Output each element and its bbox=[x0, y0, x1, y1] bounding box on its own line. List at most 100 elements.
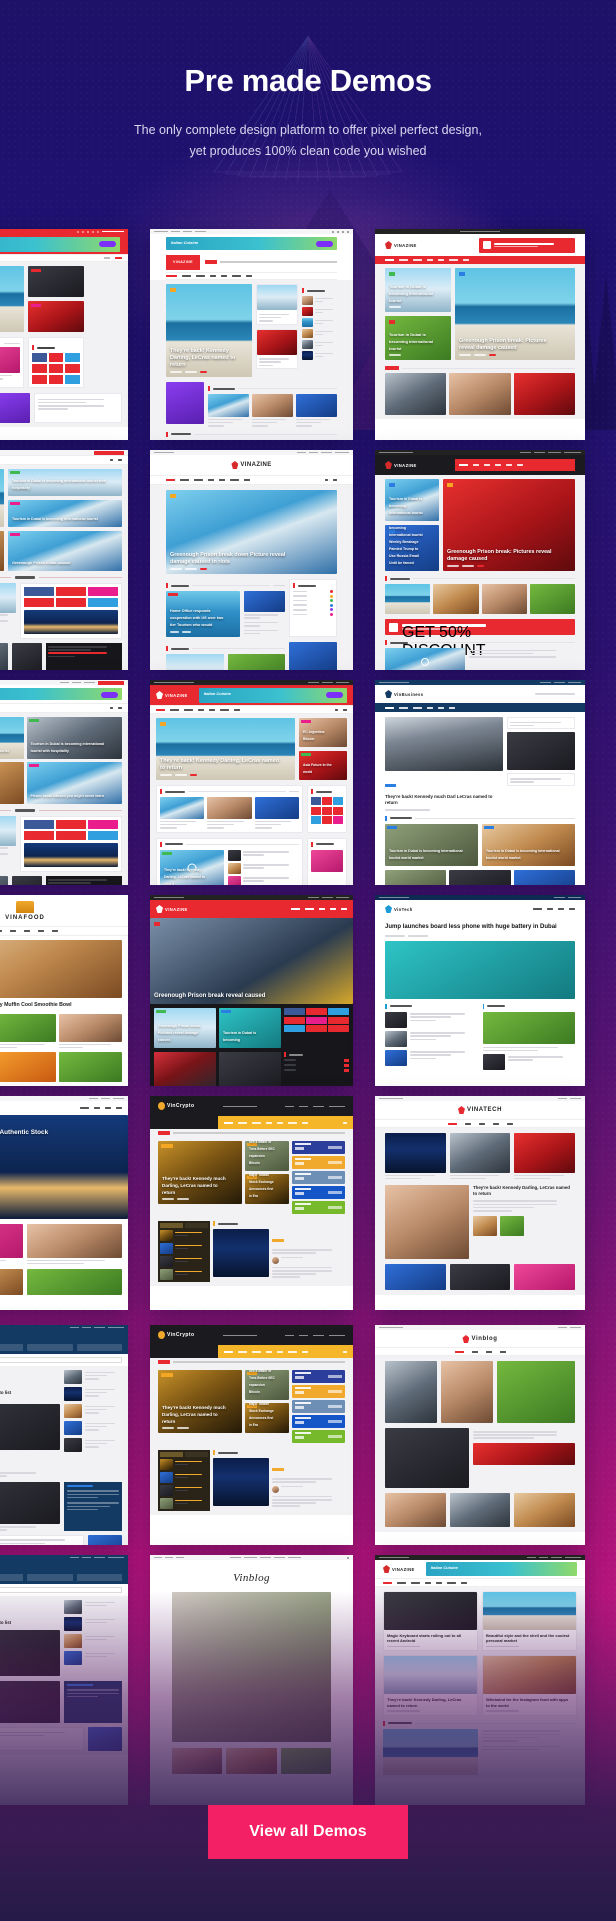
demo-hero: Greenough Prison break reveal caused bbox=[150, 918, 353, 1004]
demo-headline: Effective Ways You Can Authentic Stock bbox=[0, 1129, 49, 1136]
demo-thumbnail[interactable]: Vietnam Stock Exchange the best to list bbox=[0, 1555, 128, 1805]
demo-headline: Greenough Prison break: Pictures reveal … bbox=[447, 549, 552, 562]
demo-thumbnail[interactable]: VinCrypto They're back! Kennedy much Dar… bbox=[150, 1096, 353, 1310]
hero-header: Pre made Demos The only complete design … bbox=[0, 0, 616, 162]
demo-brand: VINAZINE bbox=[394, 462, 417, 468]
demo-thumbnail[interactable]: Italian Cuisine VINAZINE They're back! K… bbox=[150, 229, 353, 440]
demo-section-label-2 bbox=[387, 1722, 412, 1725]
demo-hero bbox=[0, 1403, 60, 1450]
demo-brand: VINATECH bbox=[466, 1107, 503, 1113]
demo-promo: GET 50% DISCOUNT ON VINAZINE bbox=[402, 624, 486, 670]
demo-hero bbox=[385, 1428, 469, 1488]
demo-section-label bbox=[389, 817, 412, 820]
demo-brand: VinBusiness bbox=[394, 691, 424, 697]
demo-thumbnail[interactable]: Vietnam Stock Exchange the best to list bbox=[0, 1325, 128, 1545]
demo-hero: Greenough Prison break: Pictures reveal … bbox=[455, 268, 575, 360]
demo-hero: They're back! Kennedy much Darling, LeCr… bbox=[158, 1370, 242, 1433]
demo-hero: They're back! Kennedy much Darling, LeCr… bbox=[158, 1141, 242, 1204]
demo-section-label-2 bbox=[297, 584, 316, 587]
demo-hero bbox=[385, 940, 575, 999]
demo-thumbnail[interactable]: Vinblog bbox=[375, 1325, 585, 1545]
demo-section-label bbox=[389, 1005, 412, 1008]
demo-brand: Vinblog bbox=[471, 1336, 498, 1342]
demo-thumbnail[interactable]: VinCrypto They're back! Kennedy much Dar… bbox=[150, 1325, 353, 1545]
demo-headline: They're back! Kennedy much Darling, LeCr… bbox=[162, 1405, 226, 1424]
demo-headline: Greenough Prison break: Pictures reveal … bbox=[459, 338, 547, 351]
demo-headline: Greenough Prison break reveal caused bbox=[154, 993, 266, 999]
demo-banner-ad: Italian Cuisine bbox=[203, 690, 231, 696]
demo-hero: Greenough Prison break: Pictures reveal … bbox=[0, 266, 24, 332]
demo-section-label-2 bbox=[389, 641, 408, 644]
demo-section-label bbox=[15, 576, 35, 579]
demo-banner-ad: Italian Cuisine bbox=[171, 240, 199, 245]
demo-hero: Greenough Prison break down Picture reve… bbox=[166, 490, 337, 574]
subtitle-line-1: The only complete design platform to off… bbox=[134, 123, 482, 137]
demo-thumbnail[interactable]: VINAZINE Greenough Prison break down Pic… bbox=[150, 450, 353, 670]
demo-banner-ad: Italian Cuisine bbox=[430, 1565, 458, 1570]
demo-brand: VINAZINE bbox=[392, 1566, 415, 1572]
demo-headline: Magic Keyboard starts rolling out to all… bbox=[387, 1633, 462, 1644]
demo-brand: Vinblog bbox=[233, 1572, 270, 1584]
demo-brand: VINAZINE bbox=[394, 242, 417, 248]
demo-section-label-2 bbox=[164, 843, 183, 846]
demo-thumbnail[interactable]: Tourism in Dubai is becoming internation… bbox=[0, 450, 128, 670]
demo-hero bbox=[385, 1185, 469, 1260]
demo-section-label bbox=[389, 577, 410, 580]
demo-thumbnail[interactable]: Vinblog bbox=[150, 1555, 353, 1805]
demo-headline: Greenough Prison break: Pictures reveal … bbox=[0, 303, 10, 324]
demo-hero bbox=[172, 1592, 331, 1742]
demo-headline: They're back! Kennedy much Darling, LeCr… bbox=[162, 1176, 226, 1195]
demo-section-label bbox=[217, 1222, 238, 1225]
demo-thumbnail[interactable]: VinTech Jump launches board less phone w… bbox=[375, 895, 585, 1086]
demo-hero bbox=[385, 717, 503, 771]
demo-headline: They're back! Kennedy much Darl LeCras n… bbox=[385, 794, 493, 805]
demo-brand: VINAFOOD bbox=[5, 915, 45, 921]
demo-hero: Greenough Prison break: Pictures reveal … bbox=[443, 479, 575, 571]
demo-thumbnail[interactable]: VINAZINE Italian Cuisine Magic Keyboard … bbox=[375, 1555, 585, 1805]
demo-section-label bbox=[170, 584, 189, 587]
demo-section-label bbox=[36, 346, 55, 349]
page-subtitle: The only complete design platform to off… bbox=[0, 120, 616, 162]
demo-headline: They're back! Kennedy Darling, LeCras na… bbox=[473, 1185, 570, 1197]
demo-thumbnail[interactable]: VINAZINE Greenough Prison break reveal c… bbox=[150, 895, 353, 1086]
demo-brand: VinCrypto bbox=[167, 1332, 195, 1338]
demo-hero: Effective Ways You Can Authentic Stock bbox=[0, 1115, 128, 1219]
play-icon bbox=[421, 658, 429, 666]
demo-headline: Tourism in Dubai is becoming internation… bbox=[30, 742, 105, 753]
demo-brand: VINAZINE bbox=[240, 462, 272, 468]
demo-thumbnail[interactable]: Italian Cuisine Greenough Prison break: … bbox=[0, 229, 128, 440]
cta-container: View all Demos bbox=[0, 1805, 616, 1859]
demo-thumbnail-grid: Italian Cuisine Greenough Prison break: … bbox=[0, 0, 616, 1921]
demo-headline: They're back! Kennedy Darling, LeCras na… bbox=[160, 758, 280, 771]
demo-thumbnail[interactable]: VINAFOOD Blueberry Muffin Cool Smoothie … bbox=[0, 895, 128, 1086]
demo-headline: Blueberry Muffin Cool Smoothie Bowl bbox=[0, 1002, 72, 1008]
view-all-demos-button[interactable]: View all Demos bbox=[208, 1805, 408, 1859]
demo-headline: Jump launches board less phone with huge… bbox=[385, 924, 557, 930]
demo-brand: VINAZINE bbox=[165, 692, 188, 698]
demo-hero: They're back! Kennedy Darling, LeCras na… bbox=[156, 718, 295, 780]
demo-ticker-badge bbox=[158, 1131, 170, 1135]
page-title: Pre made Demos bbox=[184, 63, 432, 98]
demo-headline: They're back! Kennedy Darling, LeCras na… bbox=[170, 348, 236, 368]
demo-section-label bbox=[288, 1053, 303, 1056]
demo-thumbnail[interactable]: VINATECH They're back! Kennedy Darling, … bbox=[375, 1096, 585, 1310]
demo-headline: Greenough Prison break down Picture reve… bbox=[170, 552, 286, 565]
demo-brand: VinCrypto bbox=[167, 1103, 195, 1109]
subtitle-line-2: yet produces 100% clean code you wished bbox=[189, 144, 427, 158]
demo-section-label bbox=[212, 387, 235, 390]
demo-brand: VinTech bbox=[394, 906, 413, 912]
demo-thumbnail[interactable]: VINAZINE Tourism in Dubai is becoming in… bbox=[375, 229, 585, 440]
demo-thumbnail[interactable]: VinBusiness They're back! Kennedy much D… bbox=[375, 680, 585, 885]
demo-hero bbox=[0, 940, 122, 998]
demo-section-label bbox=[170, 433, 191, 436]
demo-hero: They're back! Kennedy Darling, LeCras na… bbox=[166, 284, 252, 377]
demo-thumbnail[interactable]: VINAZINE Tourism in Dubai is becoming in… bbox=[375, 450, 585, 670]
demo-headline: Vietnam Stock Exchange the best to list bbox=[0, 1620, 12, 1625]
demo-brand: VINAZINE bbox=[165, 906, 188, 912]
demo-thumbnail[interactable]: VINAZINE Effective Ways You Can Authenti… bbox=[0, 1096, 128, 1310]
demo-section-label bbox=[15, 809, 35, 812]
demo-thumbnail[interactable]: Italian Cuisine Media calls out that sid… bbox=[0, 680, 128, 885]
demo-section-label-2 bbox=[487, 1005, 505, 1008]
demo-thumbnail[interactable]: VINAZINE Italian Cuisine They're back! K… bbox=[150, 680, 353, 885]
demo-section-label bbox=[164, 790, 185, 793]
